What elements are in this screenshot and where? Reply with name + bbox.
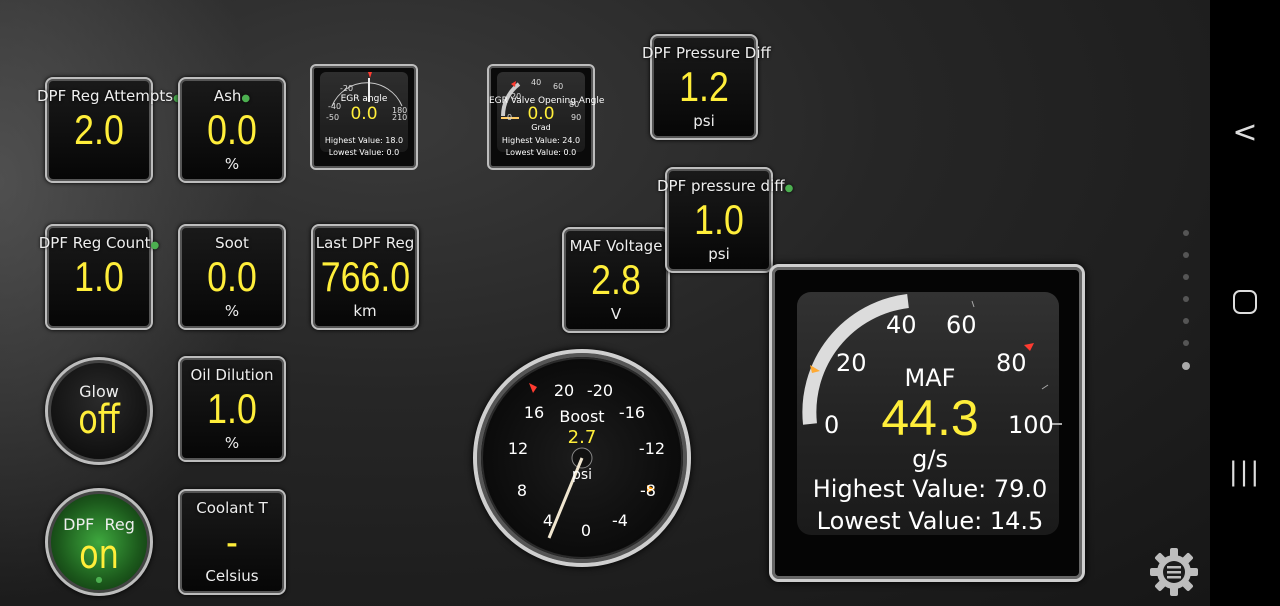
tile-coolant-t[interactable]: Coolant T - Celsius <box>178 489 286 595</box>
gauge-tick: -4 <box>612 511 628 530</box>
gauge-tick: 60 <box>553 82 564 91</box>
tile-label: Coolant T <box>196 499 268 517</box>
gauge-highest: Highest Value: 79.0 <box>812 475 1048 503</box>
gauge-tick: 8 <box>516 481 528 500</box>
gauge-boost[interactable]: 20 -20 16 -16 12 -12 8 -8 4 -4 0 Boost 2… <box>473 349 691 567</box>
tile-value: 2.8 <box>591 256 641 303</box>
gauge-tick: 60 <box>946 311 977 339</box>
indicator-glow[interactable]: Glow off <box>45 357 153 465</box>
tile-unit: Celsius <box>205 567 259 585</box>
gauge-tick: 40 <box>886 311 917 339</box>
gauge-unit: g/s <box>912 445 948 473</box>
tile-label: DPF Reg Attempts <box>37 87 174 105</box>
tile-maf-voltage[interactable]: MAF Voltage 2.8 V <box>562 227 670 333</box>
recents-icon[interactable]: ||| <box>1210 457 1280 487</box>
tile-unit: psi <box>708 245 730 263</box>
gauge-tick: 0 <box>580 521 592 540</box>
status-dot: ● <box>241 93 251 104</box>
status-dot: ● <box>150 240 160 251</box>
tile-label: DPF pressure diff <box>657 177 785 195</box>
status-dot: ● <box>95 575 103 584</box>
gauge-value: 44.3 <box>881 390 979 446</box>
tile-value: 766.0 <box>320 253 411 300</box>
tile-value: 0.0 <box>207 253 257 300</box>
page-dot[interactable] <box>1183 274 1189 280</box>
tile-label: Soot <box>215 234 249 252</box>
gauge-highest: Highest Value: 18.0 <box>324 136 404 145</box>
gauge-highest: Highest Value: 24.0 <box>501 136 581 145</box>
gauge-lowest: Lowest Value: 0.0 <box>505 148 577 157</box>
tile-dpf-pressure-diff[interactable]: DPF Pressure Diff 1.2 psi <box>642 34 771 140</box>
gauge-title: EGR angle <box>340 94 388 104</box>
tile-soot[interactable]: Soot 0.0 % <box>178 224 286 330</box>
gauge-lowest: Lowest Value: 0.0 <box>328 148 400 157</box>
tile-last-dpf-reg[interactable]: Last DPF Reg 766.0 km <box>311 224 419 330</box>
tile-label: Last DPF Reg <box>315 234 415 252</box>
gauge-value: 0.0 <box>527 104 555 124</box>
gauge-value: 0.0 <box>350 104 378 124</box>
page-indicator <box>1182 230 1191 386</box>
tile-oil-dilution[interactable]: Oil Dilution 1.0 % <box>178 356 286 462</box>
tile-unit: psi <box>693 112 715 130</box>
gauge-maf[interactable]: 40 60 20 80 0 100 MAF 44.3 g/s Highest V… <box>769 264 1085 582</box>
gauge-tick: -20 <box>340 84 354 93</box>
gauge-egr-valve-opening-angle[interactable]: 40 60 20 80 0 90 EGR Valve Opening Angle… <box>487 64 604 170</box>
page-dot[interactable] <box>1183 252 1189 258</box>
tile-unit: V <box>610 305 622 323</box>
tile-label: DPF Reg Count <box>38 234 151 252</box>
gauge-tick: 20 <box>553 381 575 400</box>
tile-value: - <box>226 518 238 565</box>
tile-dpf-reg-count[interactable]: DPF Reg Count● 1.0 <box>39 224 159 330</box>
page-dot[interactable] <box>1183 318 1189 324</box>
tile-label: Oil Dilution <box>190 366 274 384</box>
page-dot-active[interactable] <box>1182 362 1190 370</box>
gauge-tick: 4 <box>542 511 554 530</box>
tile-label: Ash <box>213 87 242 105</box>
gauge-unit: Grad <box>531 123 551 132</box>
tile-unit: % <box>224 302 240 320</box>
tile-label: MAF Voltage <box>569 237 663 255</box>
tile-unit: % <box>224 155 240 173</box>
tile-ash[interactable]: Ash● 0.0 % <box>178 77 286 183</box>
back-icon[interactable]: < <box>1210 115 1280 150</box>
gauge-value: 2.7 <box>567 427 597 448</box>
gauge-unit: psi <box>571 467 593 483</box>
tile-value: 0.0 <box>207 106 257 153</box>
page-dot[interactable] <box>1183 340 1189 346</box>
system-navigation-bar: < ||| <box>1210 0 1280 606</box>
tile-value: 1.2 <box>679 63 729 110</box>
gauge-tick: -8 <box>640 481 656 500</box>
tile-label: DPF Pressure Diff <box>642 44 771 62</box>
page-dot[interactable] <box>1183 296 1189 302</box>
tile-dpf-reg-attempts[interactable]: DPF Reg Attempts● 2.0 <box>37 77 182 183</box>
page-dot[interactable] <box>1183 230 1189 236</box>
indicator-dpf-reg[interactable]: DPF Reg on ● <box>45 488 153 596</box>
home-icon[interactable] <box>1210 290 1280 314</box>
gauge-tick: -20 <box>586 381 614 400</box>
tile-value: 1.0 <box>694 196 744 243</box>
gauge-title: MAF <box>904 364 956 392</box>
gauge-title: Boost <box>559 407 605 426</box>
tile-value: 1.0 <box>74 253 124 300</box>
gauge-tick: 40 <box>531 78 542 87</box>
indicator-value: on <box>79 532 119 578</box>
gauge-egr-angle[interactable]: -20 -40 -50 180 210 EGR angle 0.0 Highes… <box>310 64 418 170</box>
tile-unit: % <box>224 434 240 452</box>
tile-value: 1.0 <box>207 385 257 432</box>
tile-dpf-pressure-diff-2[interactable]: DPF pressure diff● 1.0 psi <box>657 167 793 273</box>
indicator-value: off <box>78 397 120 443</box>
tile-unit: km <box>353 302 377 320</box>
gauge-lowest: Lowest Value: 14.5 <box>816 507 1044 535</box>
tile-value: 2.0 <box>74 106 124 153</box>
status-dot: ● <box>784 183 794 194</box>
settings-gear-icon[interactable] <box>1148 546 1200 598</box>
